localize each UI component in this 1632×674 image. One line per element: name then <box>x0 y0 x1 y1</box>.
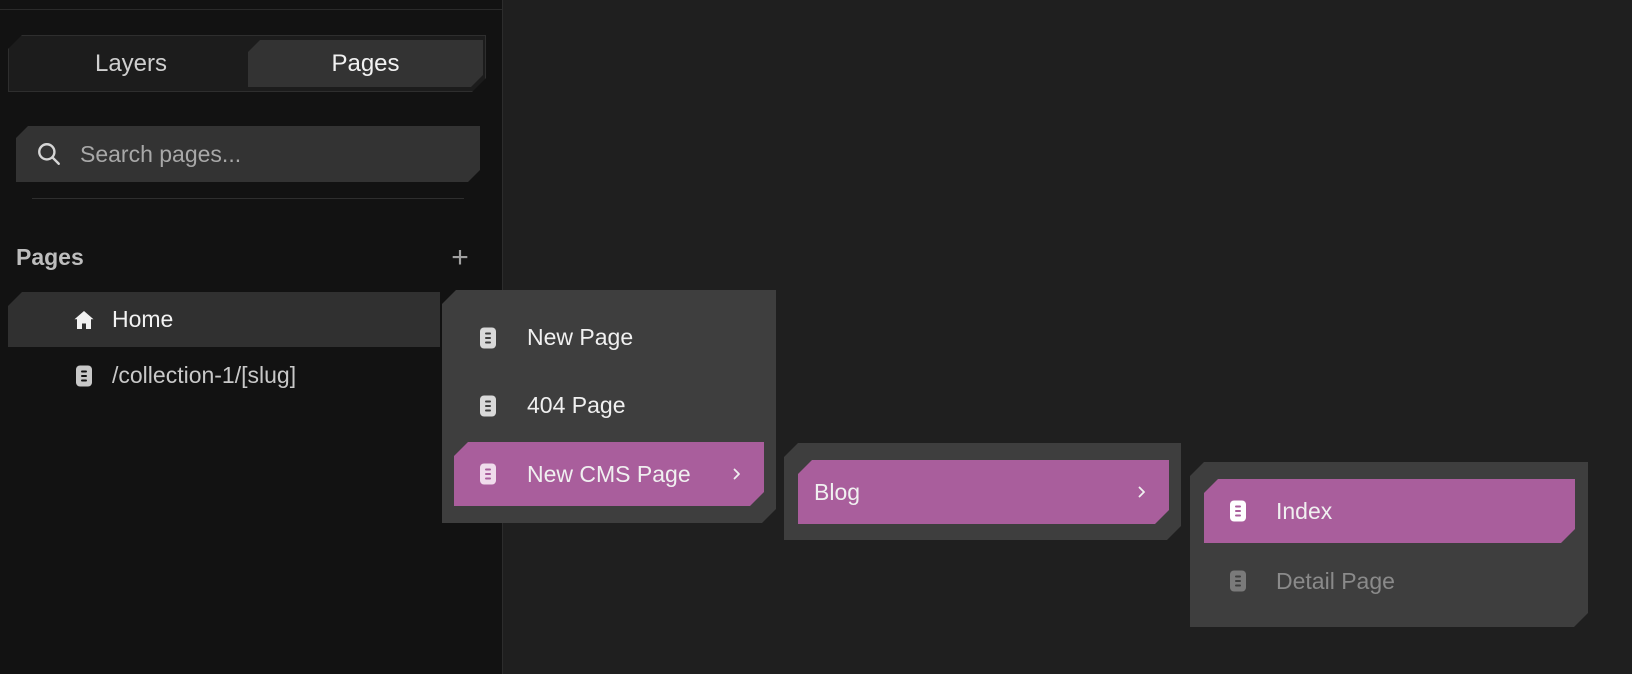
menu-item-new-cms-page[interactable]: New CMS Page <box>454 442 764 506</box>
menu-item-detail-page: Detail Page <box>1204 551 1575 611</box>
page-icon <box>1226 499 1250 523</box>
search-box <box>16 126 480 182</box>
blog-submenu: Index Detail Page <box>1190 462 1588 627</box>
section-title-pages: Pages <box>16 244 84 270</box>
search-input[interactable] <box>78 140 480 169</box>
menu-item-new-page[interactable]: New Page <box>442 310 776 365</box>
menu-item-label: Detail Page <box>1276 567 1395 594</box>
page-item-home[interactable]: Home <box>8 292 440 347</box>
menu-item-label: Index <box>1276 497 1333 524</box>
home-icon <box>74 311 94 329</box>
menu-item-label: New CMS Page <box>527 460 691 487</box>
page-icon <box>1226 569 1250 593</box>
menu-item-label: New Page <box>527 324 634 350</box>
tab-pages[interactable]: Pages <box>248 40 483 87</box>
menu-item-index[interactable]: Index <box>1204 479 1575 543</box>
menu-item-blog[interactable]: Blog <box>798 460 1169 524</box>
page-icon <box>476 394 500 418</box>
add-page-button[interactable]: + <box>446 243 474 273</box>
tab-layers[interactable]: Layers <box>13 40 249 87</box>
search-icon <box>36 141 62 167</box>
page-item-label: /collection-1/[slug] <box>112 362 297 388</box>
chevron-right-icon <box>1135 485 1149 499</box>
divider <box>32 198 464 199</box>
menu-item-404-page[interactable]: 404 Page <box>442 378 776 433</box>
chevron-right-icon <box>730 467 744 481</box>
sidebar: Layers Pages Pages + Home /collection-1/… <box>0 0 503 674</box>
cms-submenu: Blog <box>784 443 1181 540</box>
page-item-collection[interactable]: /collection-1/[slug] <box>8 348 440 403</box>
menu-item-label: Blog <box>814 478 861 505</box>
divider <box>0 9 502 10</box>
page-icon <box>76 365 92 387</box>
add-page-menu: New Page 404 Page New CMS Page <box>442 290 776 523</box>
page-icon <box>476 462 500 486</box>
menu-item-label: 404 Page <box>527 392 626 418</box>
page-icon <box>476 326 500 350</box>
sidebar-tabs: Layers Pages <box>8 35 486 92</box>
page-item-label: Home <box>112 306 174 332</box>
